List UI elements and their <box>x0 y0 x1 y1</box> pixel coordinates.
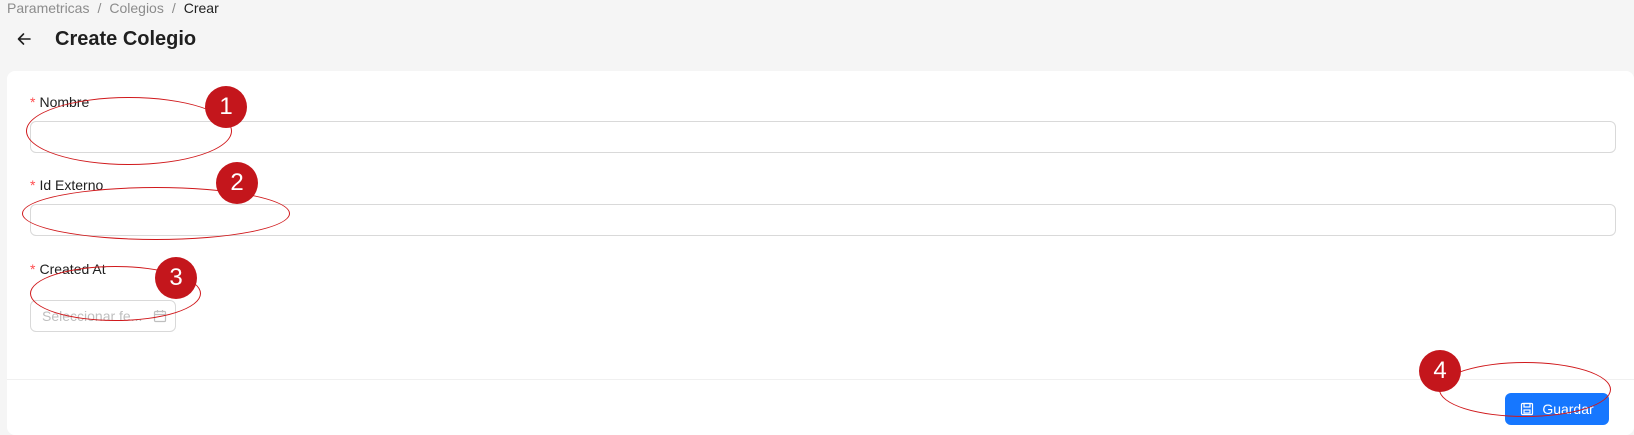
nombre-label-text: Nombre <box>39 94 90 110</box>
footer-divider <box>7 379 1634 380</box>
required-marker: * <box>30 261 36 277</box>
breadcrumb-item-parametricas[interactable]: Parametricas <box>7 0 89 16</box>
save-button-label: Guardar <box>1542 401 1594 417</box>
nombre-label: * Nombre <box>30 94 89 110</box>
nombre-input[interactable] <box>30 121 1616 153</box>
created-at-date-picker[interactable]: Seleccionar fe... <box>30 300 176 332</box>
breadcrumb-item-current: Crear <box>183 0 219 16</box>
required-marker: * <box>30 94 36 110</box>
breadcrumb-item-colegios[interactable]: Colegios <box>109 0 163 16</box>
arrow-left-icon <box>17 33 31 45</box>
page-title: Create Colegio <box>55 27 197 50</box>
id-externo-label: * Id Externo <box>30 177 103 193</box>
created-at-label: * Created At <box>30 261 106 277</box>
date-placeholder: Seleccionar fe... <box>42 308 143 324</box>
back-button[interactable] <box>14 29 34 49</box>
page-header: Create Colegio <box>14 26 196 52</box>
id-externo-input[interactable] <box>30 204 1616 236</box>
created-at-label-text: Created At <box>39 261 106 277</box>
save-button[interactable]: Guardar <box>1505 393 1609 425</box>
breadcrumb-separator: / <box>171 0 176 16</box>
breadcrumb: Parametricas / Colegios / Crear <box>7 0 219 16</box>
id-externo-label-text: Id Externo <box>39 177 104 193</box>
save-icon <box>1521 402 1534 416</box>
calendar-icon <box>153 310 167 323</box>
required-marker: * <box>30 177 36 193</box>
breadcrumb-separator: / <box>97 0 102 16</box>
form-card: * Nombre * Id Externo * Created At Seleccio… <box>7 71 1634 435</box>
